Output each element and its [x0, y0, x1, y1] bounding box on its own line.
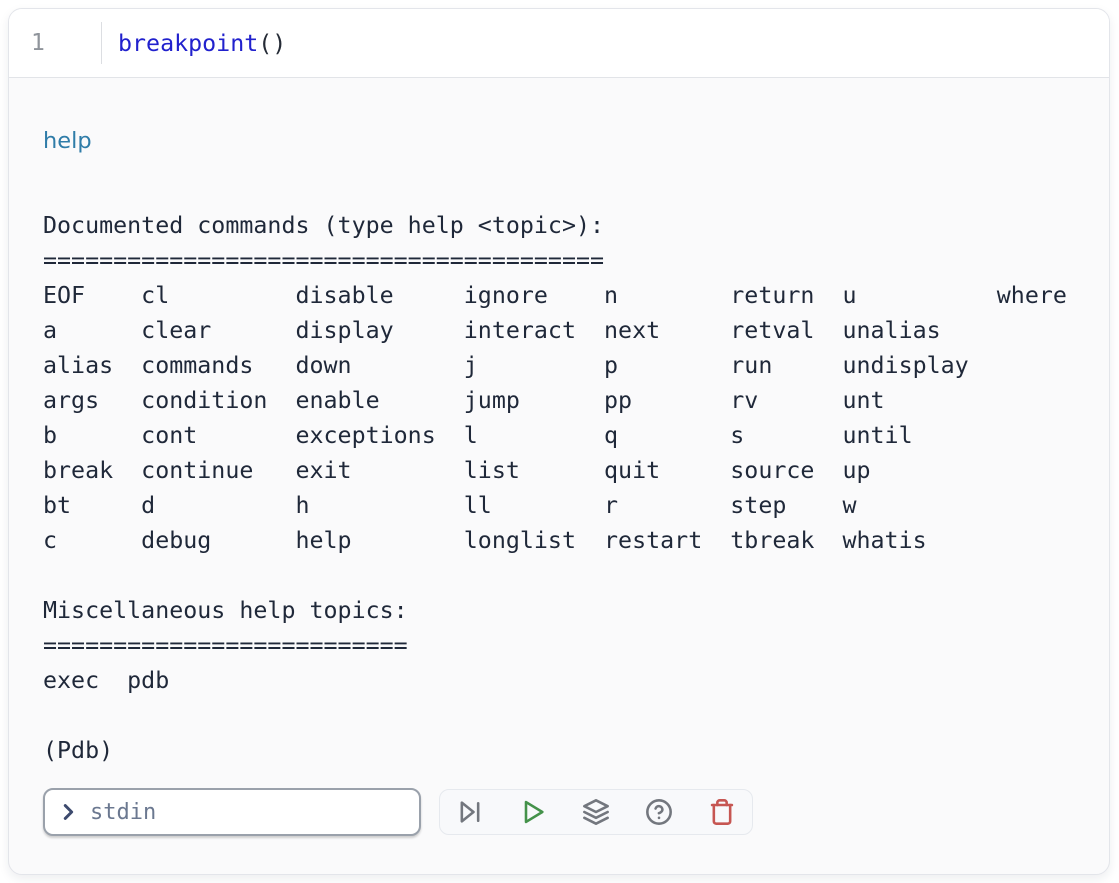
line-number-gutter: 1: [9, 9, 101, 77]
code-line[interactable]: breakpoint(): [102, 9, 286, 77]
console-output: Documented commands (type help <topic>):…: [43, 208, 1075, 768]
trash-icon: [708, 798, 736, 826]
skip-forward-icon: [456, 798, 484, 826]
code-editor: 1 breakpoint(): [9, 9, 1109, 78]
stdin-input[interactable]: [88, 799, 407, 826]
stdin-box: [43, 788, 421, 836]
code-token-punctuation: (): [258, 30, 286, 57]
layers-icon: [582, 798, 610, 826]
line-number: 1: [31, 30, 45, 56]
play-icon: [519, 798, 547, 826]
debugger-controls: [43, 788, 1075, 836]
run-button[interactable]: [519, 798, 547, 826]
command-echo: help: [43, 126, 1075, 156]
stack-button[interactable]: [582, 798, 610, 826]
help-circle-icon: [645, 798, 673, 826]
help-button[interactable]: [645, 798, 673, 826]
clear-button[interactable]: [708, 798, 736, 826]
debugger-button-group: [439, 789, 753, 835]
python-debugger-widget: 1 breakpoint() help Documented commands …: [8, 8, 1110, 875]
debugger-output-area: help Documented commands (type help <top…: [9, 78, 1109, 836]
chevron-right-icon: [57, 801, 79, 823]
step-button[interactable]: [456, 798, 484, 826]
code-token-builtin: breakpoint: [118, 30, 258, 57]
